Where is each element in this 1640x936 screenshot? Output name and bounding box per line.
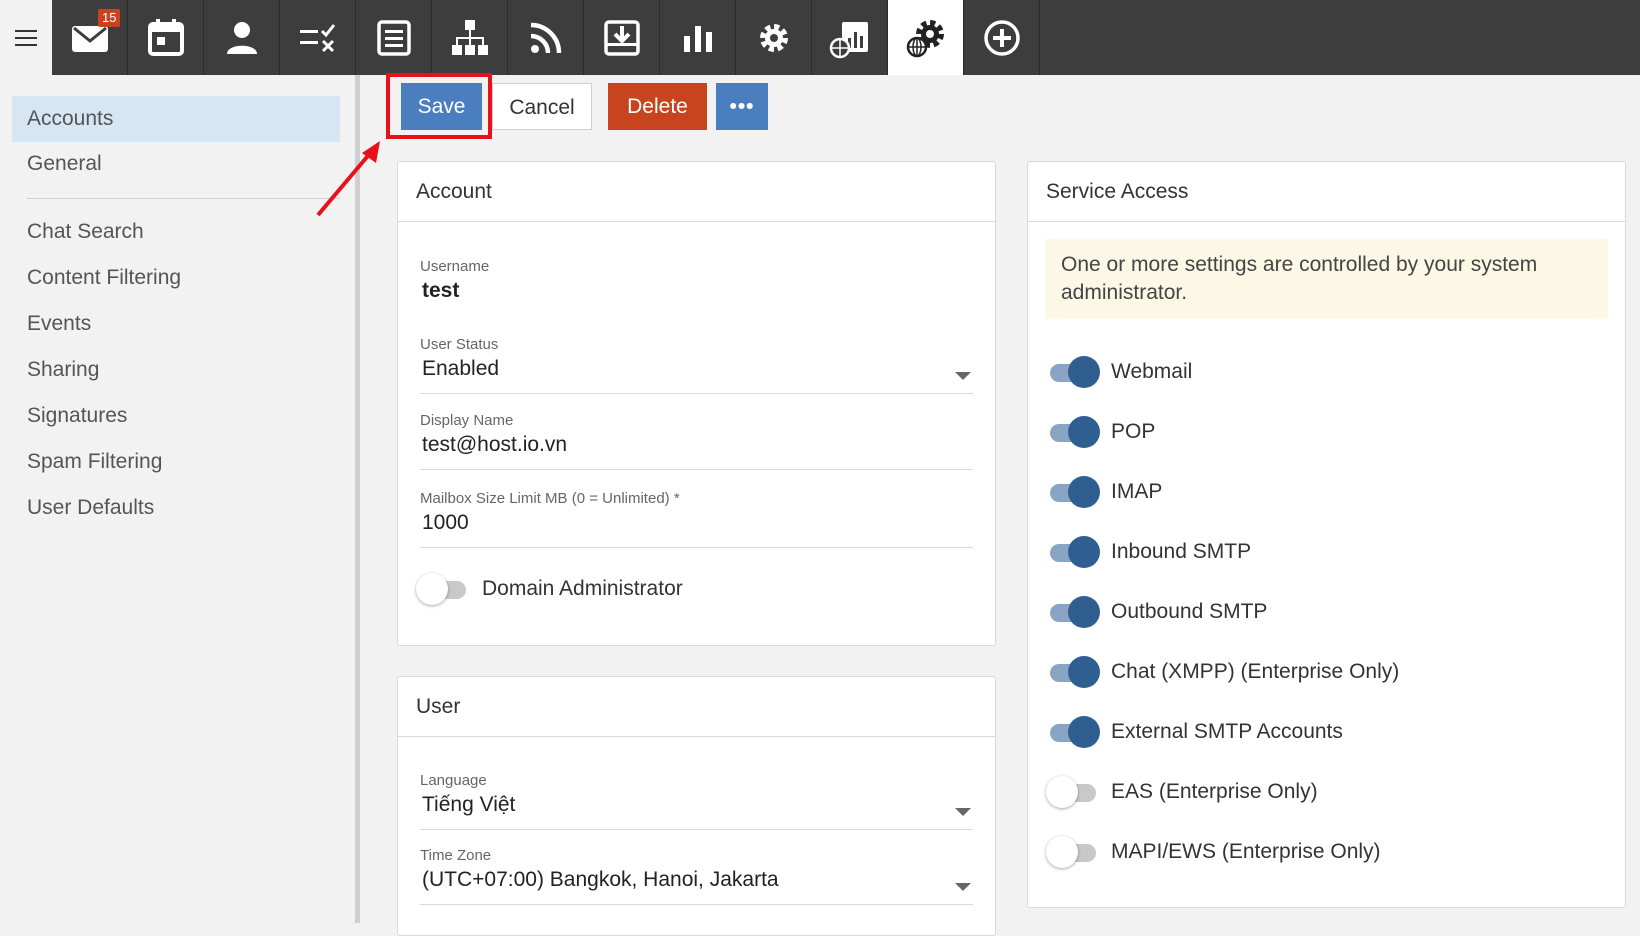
username-value: test	[422, 279, 460, 302]
chevron-down-icon	[955, 372, 971, 380]
mailbox-size-label: Mailbox Size Limit MB (0 = Unlimited) *	[420, 490, 680, 507]
org-chart-button[interactable]	[432, 0, 508, 75]
chat-xmpp-label: Chat (XMPP) (Enterprise Only)	[1111, 660, 1400, 683]
sidebar-item-accounts[interactable]: Accounts	[12, 96, 340, 142]
imap-toggle[interactable]	[1046, 475, 1100, 509]
tasks-icon	[299, 23, 335, 52]
rss-button[interactable]	[508, 0, 584, 75]
sidebar-item-signatures[interactable]: Signatures	[12, 393, 340, 439]
mailbox-size-value: 1000	[422, 511, 469, 534]
settings-button[interactable]	[736, 0, 812, 75]
calendar-icon	[147, 18, 184, 56]
pop-label: POP	[1111, 420, 1156, 443]
contacts-button[interactable]	[204, 0, 280, 75]
chat-xmpp-toggle[interactable]	[1046, 655, 1100, 689]
inbound-smtp-label: Inbound SMTP	[1111, 540, 1252, 563]
archive-icon	[603, 19, 640, 56]
user-status-value: Enabled	[422, 357, 500, 380]
external-smtp-label: External SMTP Accounts	[1111, 720, 1343, 743]
add-button[interactable]	[964, 0, 1040, 75]
hamburger-icon	[15, 29, 37, 46]
display-name-field[interactable]: Display Name test@host.io.vn	[420, 412, 973, 470]
timezone-label: Time Zone	[420, 847, 492, 864]
external-smtp-toggle[interactable]	[1046, 715, 1100, 749]
sidebar-item-chat-search[interactable]: Chat Search	[12, 209, 340, 255]
notes-icon	[376, 19, 411, 56]
eas-label: EAS (Enterprise Only)	[1111, 780, 1318, 803]
archive-button[interactable]	[584, 0, 660, 75]
pop-toggle[interactable]	[1046, 415, 1100, 449]
display-name-label: Display Name	[420, 412, 514, 429]
domain-reports-button[interactable]	[812, 0, 888, 75]
eas-toggle[interactable]	[1046, 775, 1100, 809]
outbound-smtp-label: Outbound SMTP	[1111, 600, 1268, 623]
inbound-smtp-toggle[interactable]	[1046, 535, 1100, 569]
chevron-down-icon	[955, 883, 971, 891]
webmail-toggle[interactable]	[1046, 355, 1100, 389]
webmail-label: Webmail	[1111, 360, 1193, 383]
service-access-title: Service Access	[1028, 162, 1625, 222]
reports-button[interactable]	[660, 0, 736, 75]
domain-settings-icon	[906, 19, 944, 57]
username-field: Username test	[420, 258, 973, 303]
pointer-arrow-annotation	[316, 141, 380, 217]
admin-notice: One or more settings are controlled by y…	[1045, 239, 1608, 319]
account-panel: Account Username test User Status Enable…	[397, 161, 996, 646]
display-name-value: test@host.io.vn	[422, 433, 568, 456]
service-access-panel: Service Access One or more settings are …	[1027, 161, 1626, 908]
tasks-button[interactable]	[280, 0, 356, 75]
chevron-down-icon	[955, 808, 971, 816]
domain-admin-label: Domain Administrator	[482, 577, 683, 600]
reports-icon	[683, 25, 712, 52]
sidebar-item-events[interactable]: Events	[12, 301, 340, 347]
mapi-ews-label: MAPI/EWS (Enterprise Only)	[1111, 840, 1381, 863]
user-status-select[interactable]: User Status Enabled	[420, 336, 973, 394]
unread-count-badge: 15	[98, 9, 121, 27]
settings-icon	[759, 23, 788, 52]
language-label: Language	[420, 772, 487, 789]
user-panel-title: User	[398, 677, 995, 737]
outbound-smtp-toggle[interactable]	[1046, 595, 1100, 629]
sidebar-divider	[27, 198, 340, 199]
settings-sidebar: Accounts General Chat Search Content Fil…	[0, 75, 360, 923]
sidebar-item-content-filtering[interactable]: Content Filtering	[12, 255, 340, 301]
contacts-icon	[226, 21, 257, 54]
menu-toggle-button[interactable]	[0, 0, 52, 75]
rss-icon	[530, 22, 561, 53]
notes-button[interactable]	[356, 0, 432, 75]
user-status-label: User Status	[420, 336, 499, 353]
sidebar-item-user-defaults[interactable]: User Defaults	[12, 485, 340, 531]
domain-admin-toggle[interactable]	[416, 572, 470, 606]
timezone-select[interactable]: Time Zone (UTC+07:00) Bangkok, Hanoi, Ja…	[420, 847, 973, 905]
account-panel-title: Account	[398, 162, 995, 222]
top-navigation-bar: 15	[0, 0, 1640, 75]
username-label: Username	[420, 258, 490, 275]
domain-settings-button[interactable]	[888, 0, 964, 75]
save-highlight-annotation	[386, 73, 492, 139]
mapi-ews-toggle[interactable]	[1046, 835, 1100, 869]
language-value: Tiếng Việt	[422, 793, 516, 816]
more-options-button[interactable]: •••	[716, 83, 768, 130]
add-icon	[983, 19, 1020, 56]
sidebar-item-sharing[interactable]: Sharing	[12, 347, 340, 393]
mailbox-size-field[interactable]: Mailbox Size Limit MB (0 = Unlimited) * …	[420, 490, 973, 548]
sidebar-item-spam-filtering[interactable]: Spam Filtering	[12, 439, 340, 485]
user-panel: User Language Tiếng Việt Time Zone (UTC+…	[397, 676, 996, 936]
calendar-button[interactable]	[128, 0, 204, 75]
timezone-value: (UTC+07:00) Bangkok, Hanoi, Jakarta	[422, 868, 779, 891]
cancel-button[interactable]: Cancel	[492, 83, 592, 130]
delete-button[interactable]: Delete	[608, 83, 707, 130]
imap-label: IMAP	[1111, 480, 1163, 503]
sidebar-item-general[interactable]: General	[12, 141, 340, 187]
language-select[interactable]: Language Tiếng Việt	[420, 772, 973, 830]
mail-button[interactable]: 15	[52, 0, 128, 75]
domain-reports-icon	[829, 21, 868, 58]
org-chart-icon	[451, 19, 488, 55]
